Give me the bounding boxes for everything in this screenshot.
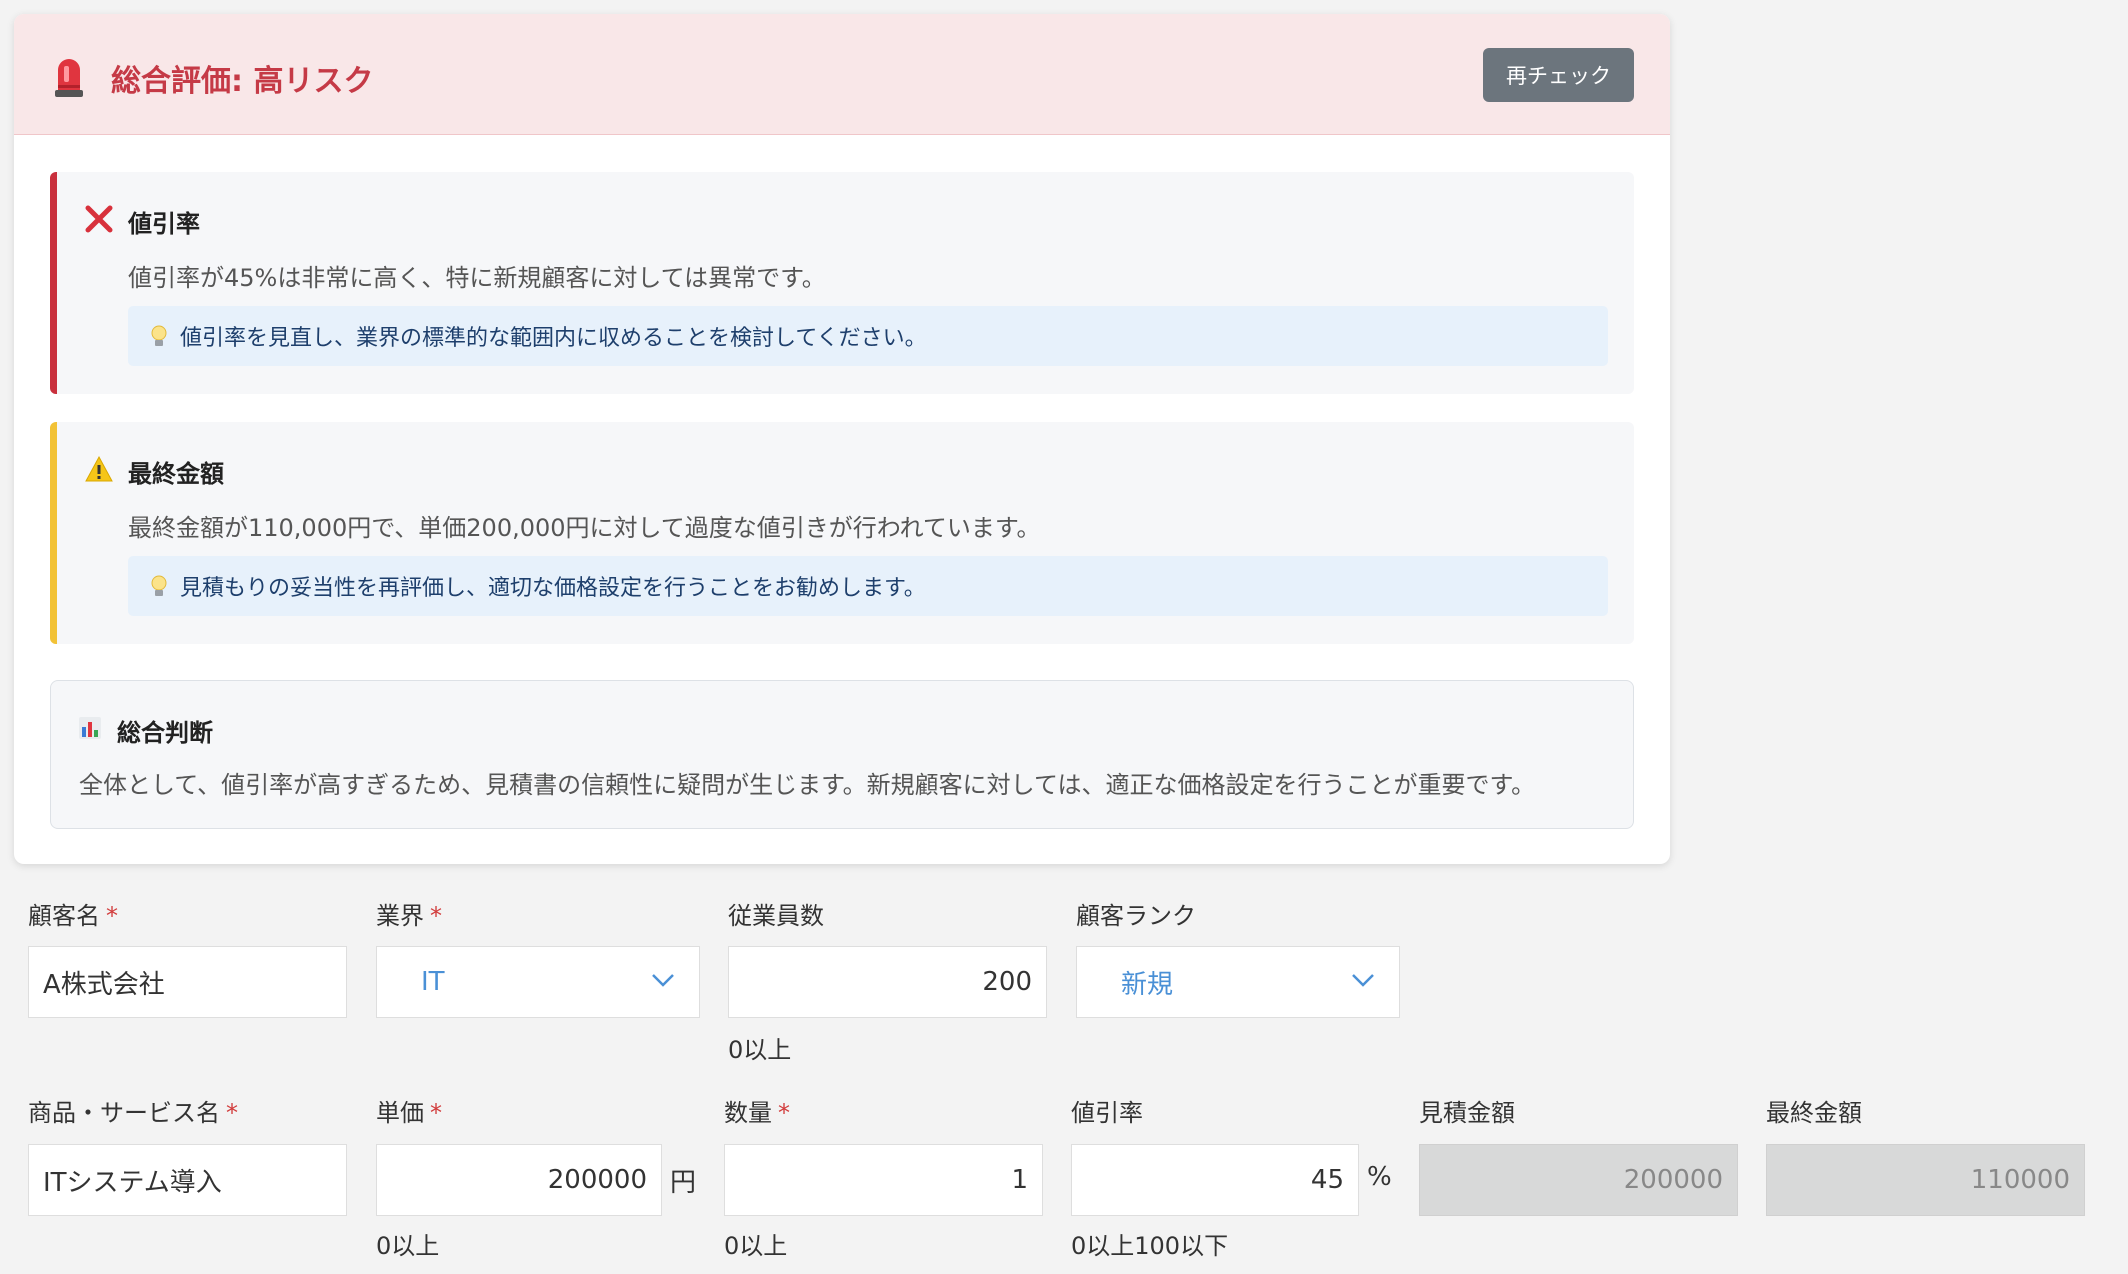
unit-price-unit: 円	[670, 1168, 697, 1198]
discount-unit: %	[1367, 1162, 1392, 1192]
required-mark: *	[430, 902, 442, 930]
issue-tip: 見積もりの妥当性を再評価し、適切な価格設定を行うことをお勧めします。	[128, 556, 1608, 616]
quantity-hint: 0以上	[724, 1232, 788, 1260]
chevron-down-icon	[652, 974, 674, 987]
discount-hint: 0以上100以下	[1071, 1232, 1229, 1260]
lightbulb-icon	[151, 575, 167, 596]
issue-title: 最終金額	[128, 460, 224, 488]
required-mark: *	[778, 1099, 790, 1127]
assessment-header: 総合評価: 高リスク 再チェック	[14, 14, 1670, 135]
unit-price-input[interactable]: 200000	[376, 1144, 662, 1216]
summary-title: 総合判断	[117, 719, 213, 747]
assessment-title: 総合評価: 高リスク	[111, 64, 374, 99]
industry-label: 業界 *	[376, 902, 442, 930]
final-amount-label: 最終金額	[1766, 1099, 1862, 1127]
product-input[interactable]: ITシステム導入	[28, 1144, 347, 1216]
required-mark: *	[226, 1099, 238, 1127]
unit-price-label: 単価 *	[376, 1099, 442, 1127]
final-amount-field: 110000	[1766, 1144, 2085, 1216]
issue-card-final-amount: 最終金額 最終金額が110,000円で、単価200,000円に対して過度な値引き…	[50, 422, 1634, 644]
issue-title: 値引率	[128, 210, 200, 238]
industry-select-value: IT	[421, 967, 445, 997]
employees-input[interactable]: 200	[728, 946, 1047, 1018]
discount-input[interactable]: 45	[1071, 1144, 1359, 1216]
customer-rank-select[interactable]: 新規	[1076, 946, 1400, 1018]
quantity-label: 数量 *	[724, 1099, 790, 1127]
employees-label: 従業員数	[728, 902, 824, 930]
issue-card-discount: 値引率 値引率が45%は非常に高く、特に新規顧客に対しては異常です。 値引率を見…	[50, 172, 1634, 394]
summary-text: 全体として、値引率が高すぎるため、見積書の信頼性に疑問が生じます。新規顧客に対し…	[79, 771, 1536, 799]
employees-hint: 0以上	[728, 1036, 792, 1064]
overall-judgement: 総合判断 全体として、値引率が高すぎるため、見積書の信頼性に疑問が生じます。新規…	[50, 680, 1634, 829]
estimate-amount-label: 見積金額	[1419, 1099, 1515, 1127]
cross-icon	[85, 205, 113, 233]
discount-label: 値引率	[1071, 1099, 1143, 1127]
issue-tip-text: 見積もりの妥当性を再評価し、適切な価格設定を行うことをお勧めします。	[180, 576, 926, 601]
siren-icon	[55, 59, 83, 97]
industry-select[interactable]: IT	[376, 946, 700, 1018]
issue-severity-bar	[50, 422, 57, 644]
quantity-input[interactable]: 1	[724, 1144, 1043, 1216]
issue-tip-text: 値引率を見直し、業界の標準的な範囲内に収めることを検討してください。	[180, 326, 927, 351]
customer-name-input[interactable]: A株式会社	[28, 946, 347, 1018]
assessment-panel: 総合評価: 高リスク 再チェック 値引率 値引率が45%は非常に高く、特に新規顧…	[14, 14, 1670, 864]
warning-icon	[85, 455, 113, 482]
required-mark: *	[106, 902, 118, 930]
required-mark: *	[430, 1099, 442, 1127]
issue-tip: 値引率を見直し、業界の標準的な範囲内に収めることを検討してください。	[128, 306, 1608, 366]
estimate-amount-field: 200000	[1419, 1144, 1738, 1216]
issue-description: 最終金額が110,000円で、単価200,000円に対して過度な値引きが行われて…	[128, 514, 1041, 542]
chevron-down-icon	[1352, 974, 1374, 987]
bar-chart-icon	[79, 717, 101, 739]
issue-severity-bar	[50, 172, 57, 394]
customer-rank-select-value: 新規	[1121, 969, 1174, 1000]
customer-rank-label: 顧客ランク	[1076, 902, 1196, 930]
issue-description: 値引率が45%は非常に高く、特に新規顧客に対しては異常です。	[128, 264, 826, 292]
lightbulb-icon	[151, 325, 167, 346]
unit-price-hint: 0以上	[376, 1232, 440, 1260]
customer-name-label: 顧客名 *	[28, 902, 118, 930]
recheck-button[interactable]: 再チェック	[1483, 48, 1634, 102]
product-label: 商品・サービス名 *	[28, 1099, 238, 1127]
